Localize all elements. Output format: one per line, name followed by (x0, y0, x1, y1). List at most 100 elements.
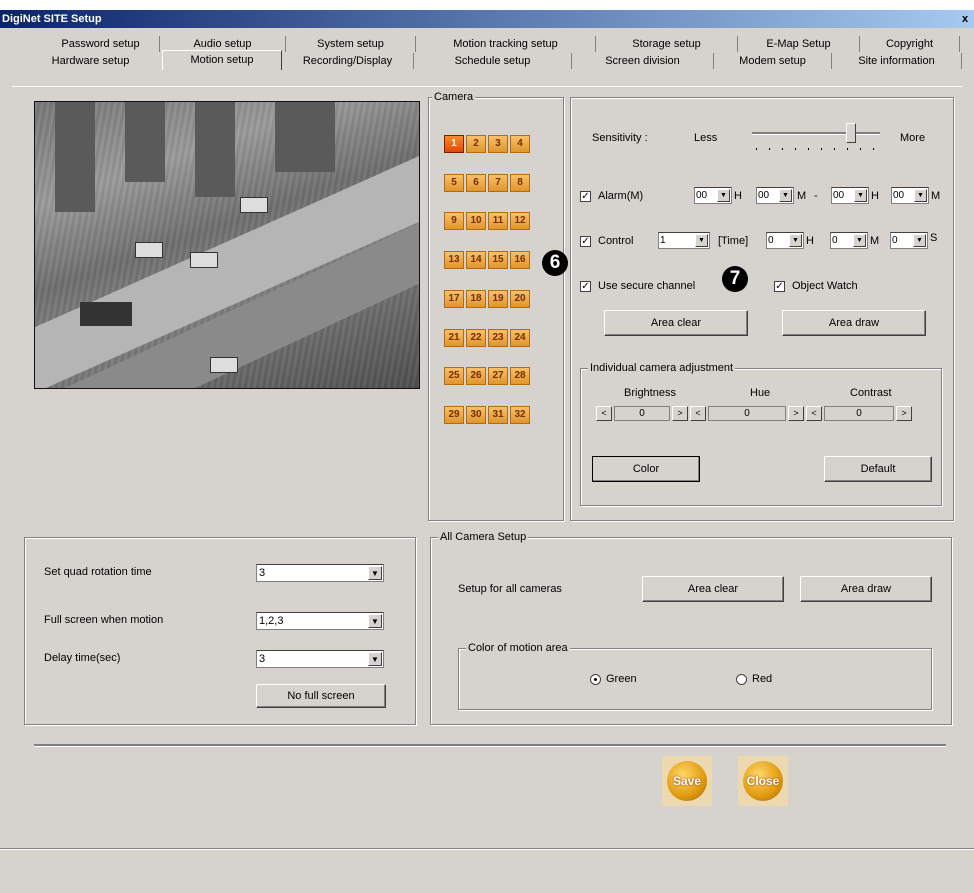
time-label: [Time] (718, 235, 749, 247)
setup-all-cameras-label: Setup for all cameras (458, 583, 562, 595)
dropdown-arrow-icon: ▼ (914, 189, 927, 202)
save-button[interactable]: Save (667, 761, 707, 801)
tab-system-setup[interactable]: System setup (286, 36, 416, 52)
control-checkbox[interactable]: ✓ (580, 236, 591, 247)
color-button[interactable]: Color (592, 456, 700, 482)
dropdown-arrow-icon: ▼ (854, 189, 867, 202)
alarm-end-minute-select[interactable]: 00 ▼ (891, 187, 929, 204)
motion-color-label: Color of motion area (466, 642, 570, 654)
sensitivity-more-label: More (900, 132, 926, 144)
tab-modem-setup[interactable]: Modem setup (714, 53, 832, 69)
default-button[interactable]: Default (824, 456, 932, 482)
camera-button-26[interactable]: 26 (466, 367, 486, 385)
contrast-decrease-button[interactable]: < (806, 406, 822, 421)
camera-button-6[interactable]: 6 (466, 174, 486, 192)
camera-button-20[interactable]: 20 (510, 290, 530, 308)
tab-emap-setup[interactable]: E-Map Setup (738, 36, 860, 52)
camera-button-16[interactable]: 16 (510, 251, 530, 269)
camera-button-13[interactable]: 13 (444, 251, 464, 269)
camera-button-7[interactable]: 7 (488, 174, 508, 192)
camera-button-27[interactable]: 27 (488, 367, 508, 385)
camera-button-29[interactable]: 29 (444, 406, 464, 424)
camera-button-5[interactable]: 5 (444, 174, 464, 192)
tab-copyright[interactable]: Copyright (860, 36, 960, 52)
tab-motion-setup[interactable]: Motion setup (162, 50, 282, 70)
camera-button-11[interactable]: 11 (488, 212, 508, 230)
slider-ticks (756, 148, 876, 150)
green-radio[interactable] (590, 674, 601, 685)
tab-recording-display[interactable]: Recording/Display (282, 53, 414, 69)
secure-channel-label: Use secure channel (598, 280, 696, 292)
hue-increase-button[interactable]: > (788, 406, 804, 421)
camera-adjustment-label: Individual camera adjustment (588, 362, 736, 374)
alarm-checkbox[interactable]: ✓ (580, 191, 591, 202)
alarm-start-hour-select[interactable]: 00 ▼ (694, 187, 732, 204)
secure-channel-checkbox[interactable]: ✓ (580, 281, 591, 292)
brightness-decrease-button[interactable]: < (596, 406, 612, 421)
camera-button-19[interactable]: 19 (488, 290, 508, 308)
camera-button-23[interactable]: 23 (488, 329, 508, 347)
camera-button-24[interactable]: 24 (510, 329, 530, 347)
sensitivity-slider[interactable] (752, 120, 880, 154)
object-watch-checkbox[interactable]: ✓ (774, 281, 785, 292)
brightness-increase-button[interactable]: > (672, 406, 688, 421)
camera-button-18[interactable]: 18 (466, 290, 486, 308)
camera-button-9[interactable]: 9 (444, 212, 464, 230)
close-button[interactable]: Close (743, 761, 783, 801)
tab-motion-tracking-setup[interactable]: Motion tracking setup (416, 36, 596, 52)
all-area-clear-button[interactable]: Area clear (642, 576, 784, 602)
contrast-increase-button[interactable]: > (896, 406, 912, 421)
quad-rotation-label: Set quad rotation time (44, 566, 152, 578)
tab-schedule-setup[interactable]: Schedule setup (414, 53, 572, 69)
control-minute-select[interactable]: 0 ▼ (830, 232, 868, 249)
camera-button-28[interactable]: 28 (510, 367, 530, 385)
camera-button-31[interactable]: 31 (488, 406, 508, 424)
camera-button-12[interactable]: 12 (510, 212, 530, 230)
camera-button-17[interactable]: 17 (444, 290, 464, 308)
minute-unit-label: M (931, 190, 941, 202)
camera-button-14[interactable]: 14 (466, 251, 486, 269)
control-value-select[interactable]: 1 ▼ (658, 232, 710, 249)
camera-button-1[interactable]: 1 (444, 135, 464, 153)
hue-decrease-button[interactable]: < (690, 406, 706, 421)
camera-preview[interactable] (34, 101, 420, 389)
area-draw-button[interactable]: Area draw (782, 310, 926, 336)
quad-rotation-select[interactable]: 3 ▼ (256, 564, 384, 582)
minute-unit-label: M (870, 235, 880, 247)
alarm-label: Alarm(M) (598, 190, 644, 202)
tab-site-information[interactable]: Site information (832, 53, 962, 69)
callout-6: 6 (542, 250, 568, 276)
camera-button-10[interactable]: 10 (466, 212, 486, 230)
control-hour-select[interactable]: 0 ▼ (766, 232, 804, 249)
fullscreen-motion-select[interactable]: 1,2,3 ▼ (256, 612, 384, 630)
camera-button-15[interactable]: 15 (488, 251, 508, 269)
camera-button-22[interactable]: 22 (466, 329, 486, 347)
tab-password-setup[interactable]: Password setup (42, 36, 160, 52)
tab-screen-division[interactable]: Screen division (572, 53, 714, 69)
bottom-separator (34, 744, 946, 747)
slider-thumb[interactable] (846, 123, 856, 143)
close-icon[interactable]: x (958, 10, 972, 26)
camera-button-3[interactable]: 3 (488, 135, 508, 153)
tab-hardware-setup[interactable]: Hardware setup (12, 53, 170, 69)
alarm-end-hour-select[interactable]: 00 ▼ (831, 187, 869, 204)
red-radio[interactable] (736, 674, 747, 685)
minute-unit-label: M (797, 190, 807, 202)
camera-button-25[interactable]: 25 (444, 367, 464, 385)
camera-button-8[interactable]: 8 (510, 174, 530, 192)
delay-time-select[interactable]: 3 ▼ (256, 650, 384, 668)
camera-button-30[interactable]: 30 (466, 406, 486, 424)
camera-button-32[interactable]: 32 (510, 406, 530, 424)
all-area-draw-button[interactable]: Area draw (800, 576, 932, 602)
camera-button-21[interactable]: 21 (444, 329, 464, 347)
status-separator (0, 848, 974, 850)
dropdown-arrow-icon: ▼ (853, 234, 866, 247)
camera-button-2[interactable]: 2 (466, 135, 486, 153)
camera-button-4[interactable]: 4 (510, 135, 530, 153)
alarm-start-minute-select[interactable]: 00 ▼ (756, 187, 794, 204)
control-second-select[interactable]: 0 ▼ (890, 232, 928, 249)
no-full-screen-button[interactable]: No full screen (256, 684, 386, 708)
brightness-label: Brightness (624, 387, 676, 399)
area-clear-button[interactable]: Area clear (604, 310, 748, 336)
tab-storage-setup[interactable]: Storage setup (596, 36, 738, 52)
